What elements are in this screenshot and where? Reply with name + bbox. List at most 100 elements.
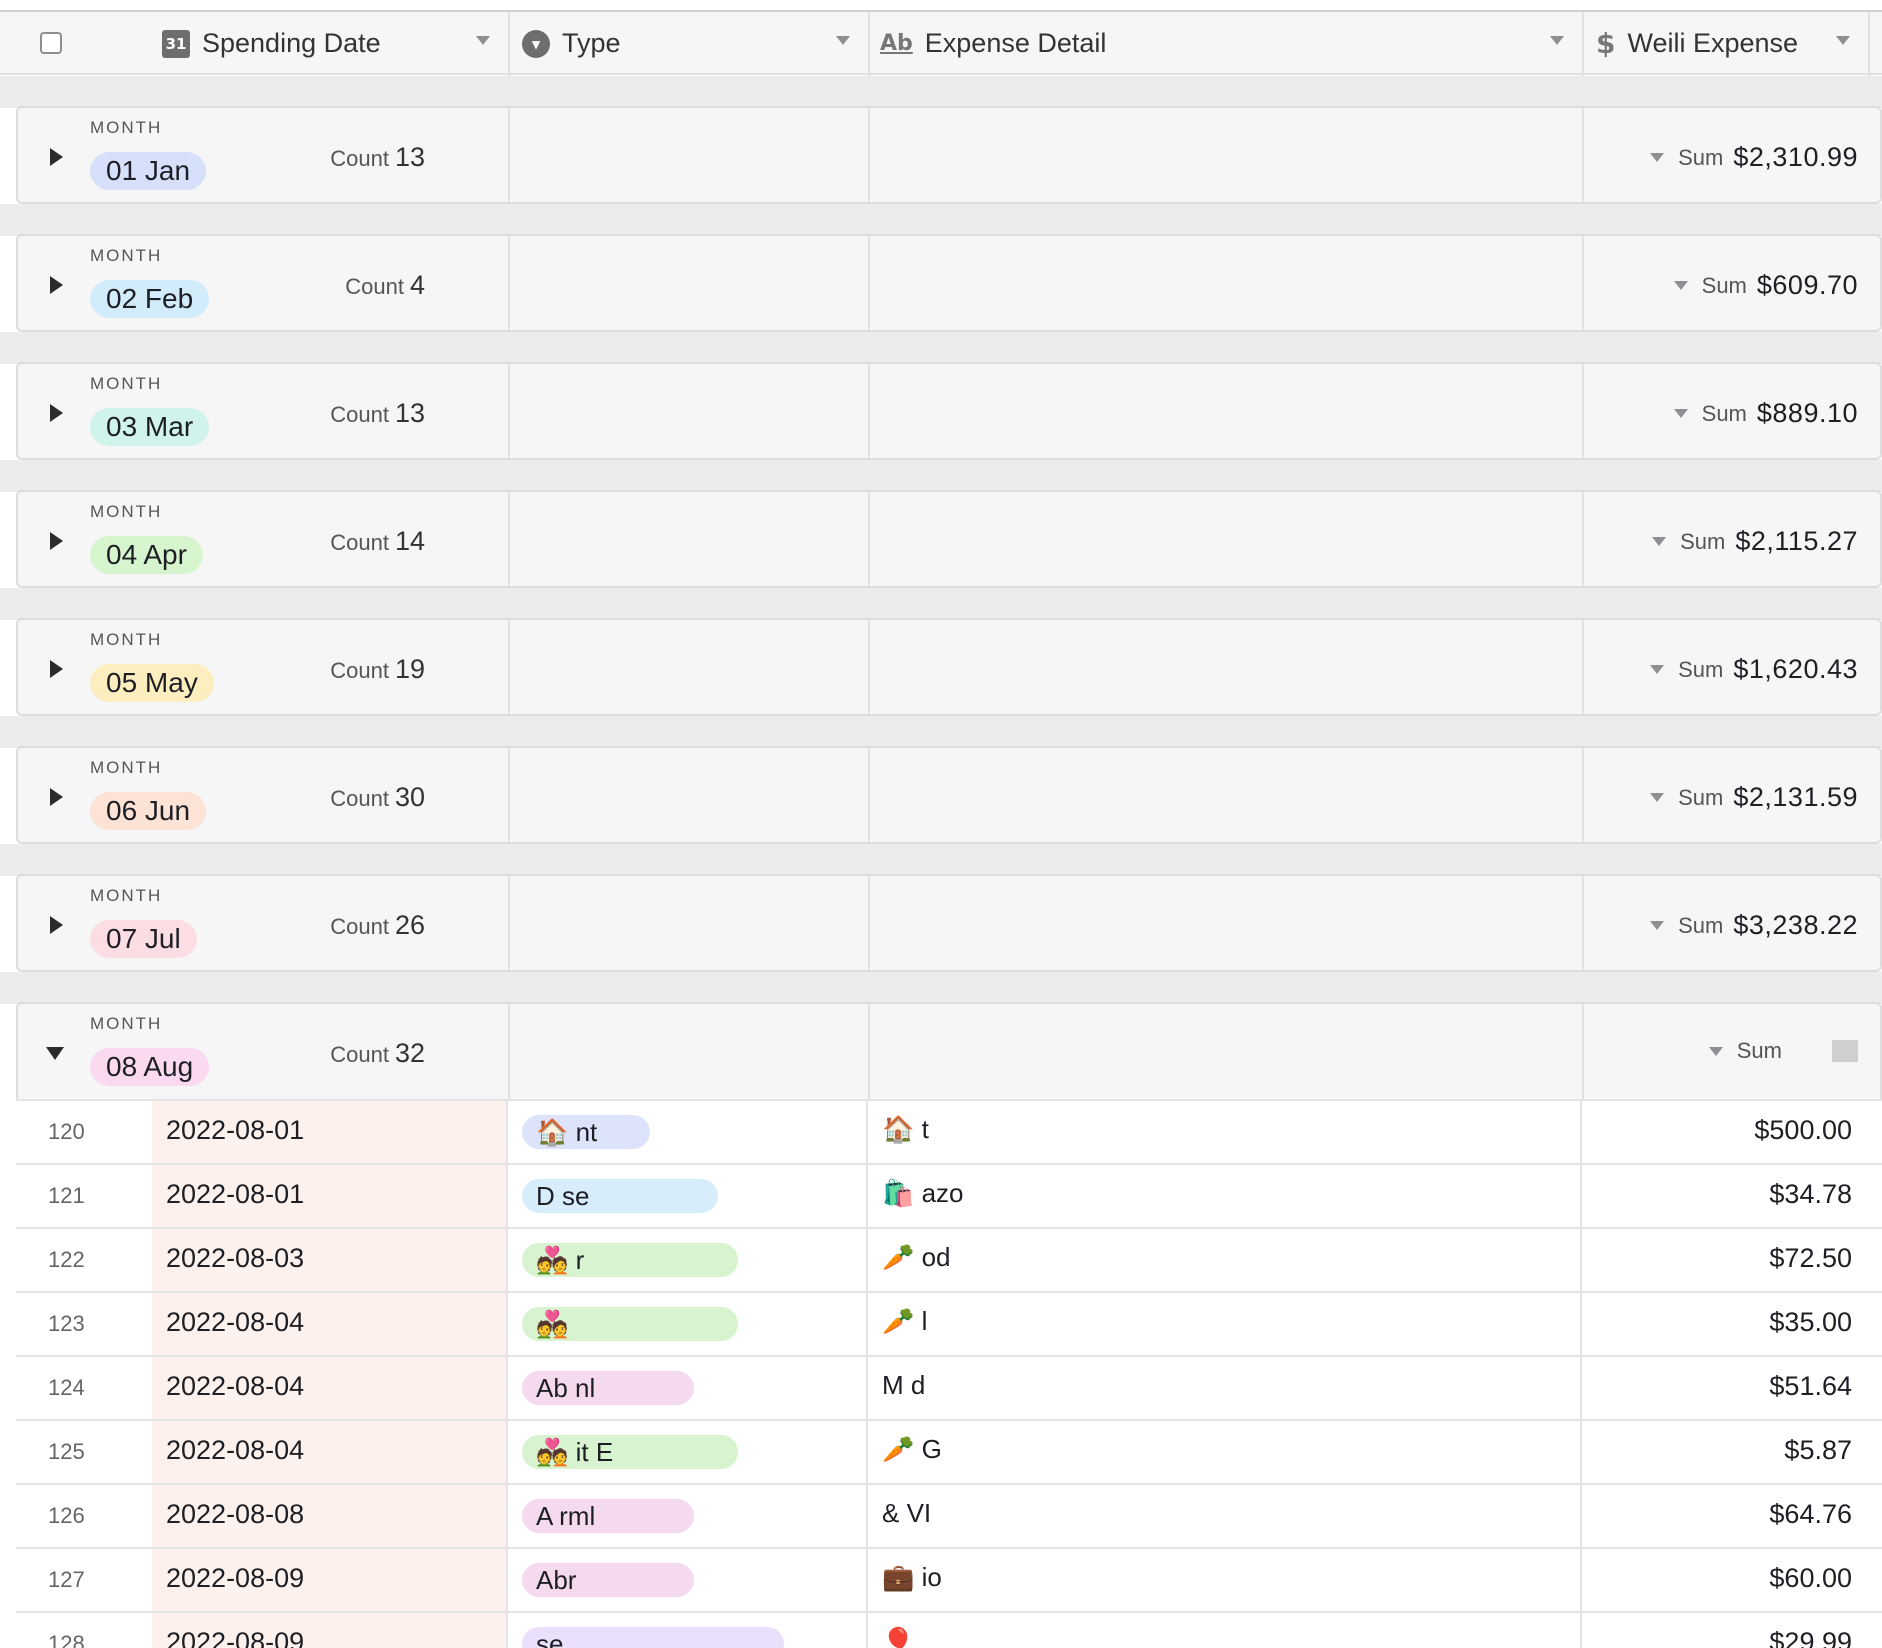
date-cell[interactable]: 2022-08-04 xyxy=(152,1293,508,1355)
expense-detail-cell[interactable]: 🛍️ azo xyxy=(882,1178,964,1209)
type-tag[interactable]: 💑 it E xyxy=(522,1435,738,1469)
group-row[interactable]: MONTH 02 Feb Count 4 Sum $609.70 xyxy=(16,234,1882,332)
group-sum[interactable]: Sum xyxy=(1708,1038,1858,1064)
expand-arrow-icon[interactable] xyxy=(50,660,63,678)
type-tag[interactable]: Abr xyxy=(522,1563,694,1597)
expand-arrow-icon[interactable] xyxy=(50,404,63,422)
type-tag[interactable]: 🏠 nt xyxy=(522,1115,650,1149)
group-row[interactable]: MONTH 07 Jul Count 26 Sum $3,238.22 xyxy=(16,874,1882,972)
date-cell[interactable]: 2022-08-01 xyxy=(152,1165,508,1227)
type-tag[interactable]: A rml xyxy=(522,1499,694,1533)
table-row[interactable]: 121 2022-08-01 D se 🛍️ azo $34.78 xyxy=(16,1163,1882,1227)
cell-divider xyxy=(1580,1549,1582,1611)
amount-cell[interactable]: $60.00 xyxy=(1769,1563,1852,1594)
group-row[interactable]: MONTH 01 Jan Count 13 Sum $2,310.99 xyxy=(16,106,1882,204)
amount-cell[interactable]: $29.99 xyxy=(1769,1627,1852,1648)
cell-divider xyxy=(1580,1293,1582,1355)
date-cell[interactable]: 2022-08-04 xyxy=(152,1421,508,1483)
expand-arrow-icon[interactable] xyxy=(50,788,63,806)
select-all-checkbox[interactable] xyxy=(40,32,62,54)
table-row[interactable]: 122 2022-08-03 💑 r 🥕 od $72.50 xyxy=(16,1227,1882,1291)
collapse-arrow-icon[interactable] xyxy=(46,1047,64,1060)
expand-arrow-icon[interactable] xyxy=(50,148,63,166)
expense-detail-cell[interactable]: & VI xyxy=(882,1498,931,1529)
long-text-icon: Ab xyxy=(880,31,913,56)
group-count: Count 30 xyxy=(330,782,425,812)
table-row[interactable]: 128 2022-08-09 se 🎈 $29.99 xyxy=(16,1611,1882,1648)
table-row[interactable]: 123 2022-08-04 💑 🥕 l $35.00 xyxy=(16,1291,1882,1355)
column-header-spending-date[interactable]: 31 Spending Date xyxy=(162,12,381,75)
type-tag[interactable]: se xyxy=(522,1627,784,1648)
date-cell[interactable]: 2022-08-09 xyxy=(152,1613,508,1648)
cell-divider xyxy=(506,1357,508,1419)
cell-divider xyxy=(866,1549,868,1611)
group-row[interactable]: MONTH 03 Mar Count 13 Sum $889.10 xyxy=(16,362,1882,460)
group-field-label: MONTH xyxy=(90,374,163,393)
expand-arrow-icon[interactable] xyxy=(50,276,63,294)
expense-detail-cell[interactable]: 💼 io xyxy=(882,1562,942,1593)
table-row[interactable]: 126 2022-08-08 A rml & VI $64.76 xyxy=(16,1483,1882,1547)
group-pill: 04 Apr xyxy=(90,536,203,574)
amount-cell[interactable]: $500.00 xyxy=(1754,1115,1852,1146)
group-row-expanded[interactable]: MONTH 08 Aug Count 32 Sum xyxy=(16,1002,1882,1101)
expand-arrow-icon[interactable] xyxy=(50,916,63,934)
chevron-down-icon[interactable] xyxy=(476,36,490,45)
expense-detail-cell[interactable]: 🥕 G xyxy=(882,1434,942,1465)
date-cell[interactable]: 2022-08-08 xyxy=(152,1485,508,1547)
type-tag[interactable]: D se xyxy=(522,1179,718,1213)
table-row[interactable]: 127 2022-08-09 Abr 💼 io $60.00 xyxy=(16,1547,1882,1611)
type-tag[interactable]: 💑 r xyxy=(522,1243,738,1277)
group-gap xyxy=(0,844,1882,876)
cell-divider xyxy=(506,1421,508,1483)
cell-divider xyxy=(866,1101,868,1163)
group-sum[interactable]: Sum $2,115.27 xyxy=(1652,526,1858,557)
column-header-weili-expense[interactable]: $ Weili Expense xyxy=(1596,12,1798,75)
table-row[interactable]: 120 2022-08-01 🏠 nt 🏠 t $500.00 xyxy=(16,1099,1882,1163)
date-cell[interactable]: 2022-08-09 xyxy=(152,1549,508,1611)
expand-arrow-icon[interactable] xyxy=(50,532,63,550)
group-sum[interactable]: Sum $609.70 xyxy=(1673,270,1858,301)
amount-cell[interactable]: $35.00 xyxy=(1769,1307,1852,1338)
group-field-label: MONTH xyxy=(90,1014,163,1033)
date-cell[interactable]: 2022-08-04 xyxy=(152,1357,508,1419)
cell-divider xyxy=(506,1165,508,1227)
expense-detail-cell[interactable]: 🎈 xyxy=(882,1626,914,1648)
expense-detail-cell[interactable]: M d xyxy=(882,1370,925,1401)
group-sum[interactable]: Sum $1,620.43 xyxy=(1650,654,1858,685)
cell-divider xyxy=(506,1613,508,1648)
group-row[interactable]: MONTH 06 Jun Count 30 Sum $2,131.59 xyxy=(16,746,1882,844)
type-tag[interactable]: Ab nl xyxy=(522,1371,694,1405)
group-sum[interactable]: Sum $2,131.59 xyxy=(1650,782,1858,813)
row-number: 126 xyxy=(48,1503,85,1528)
group-divider xyxy=(508,364,510,458)
amount-cell[interactable]: $34.78 xyxy=(1769,1179,1852,1210)
group-count: Count 4 xyxy=(345,270,425,300)
amount-cell[interactable]: $5.87 xyxy=(1784,1435,1852,1466)
amount-cell[interactable]: $51.64 xyxy=(1769,1371,1852,1402)
amount-cell[interactable]: $64.76 xyxy=(1769,1499,1852,1530)
group-sum[interactable]: Sum $3,238.22 xyxy=(1650,910,1858,941)
type-tag[interactable]: 💑 xyxy=(522,1307,738,1341)
row-number: 123 xyxy=(48,1311,85,1336)
column-header-expense-detail[interactable]: Ab Expense Detail xyxy=(880,12,1106,75)
chevron-down-icon[interactable] xyxy=(1836,36,1850,45)
chevron-down-icon[interactable] xyxy=(1550,36,1564,45)
group-field-label: MONTH xyxy=(90,630,163,649)
date-cell[interactable]: 2022-08-01 xyxy=(152,1101,508,1163)
expense-detail-cell[interactable]: 🥕 l xyxy=(882,1306,927,1337)
group-row[interactable]: MONTH 04 Apr Count 14 Sum $2,115.27 xyxy=(16,490,1882,588)
expense-detail-cell[interactable]: 🏠 t xyxy=(882,1114,929,1145)
group-row[interactable]: MONTH 05 May Count 19 Sum $1,620.43 xyxy=(16,618,1882,716)
amount-cell[interactable]: $72.50 xyxy=(1769,1243,1852,1274)
chevron-down-icon[interactable] xyxy=(836,36,850,45)
date-cell[interactable]: 2022-08-03 xyxy=(152,1229,508,1291)
group-field-label: MONTH xyxy=(90,246,163,265)
expense-detail-cell[interactable]: 🥕 od xyxy=(882,1242,951,1273)
group-divider xyxy=(868,1004,870,1101)
group-sum[interactable]: Sum $2,310.99 xyxy=(1650,142,1858,173)
table-row[interactable]: 125 2022-08-04 💑 it E 🥕 G $5.87 xyxy=(16,1419,1882,1483)
table-row[interactable]: 124 2022-08-04 Ab nl M d $51.64 xyxy=(16,1355,1882,1419)
column-header-type[interactable]: ▾ Type xyxy=(522,12,621,75)
group-sum[interactable]: Sum $889.10 xyxy=(1673,398,1858,429)
group-divider xyxy=(868,748,870,842)
